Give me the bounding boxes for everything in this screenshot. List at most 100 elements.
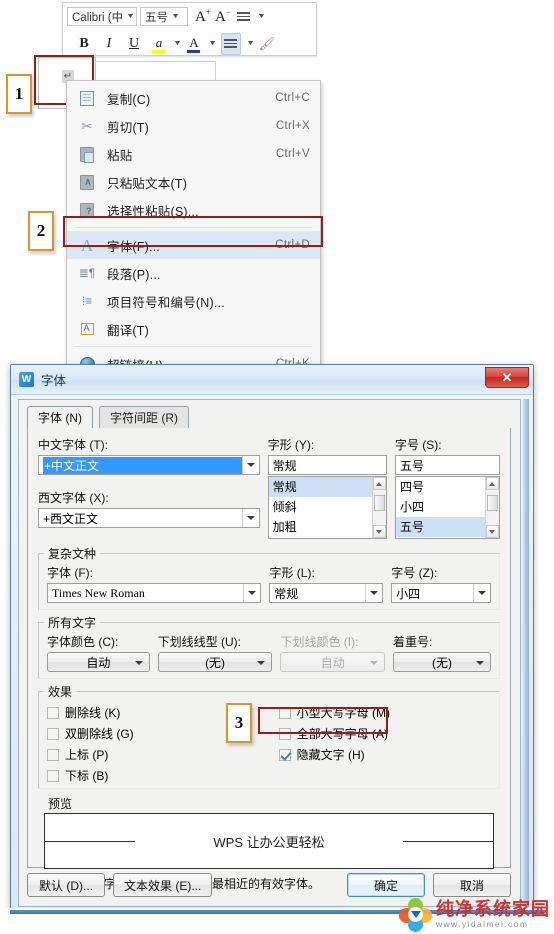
group-content: 字体颜色 (C): 下划线线型 (U): 下划线颜色 (I): 着重号: 自动 … — [38, 622, 500, 679]
font-color-dropdown[interactable]: ▼ — [205, 34, 217, 54]
complex-controls-row: Times New Roman 常规 小四 — [47, 583, 491, 603]
font-name-combo[interactable]: Calibri (中 ▼ — [67, 7, 137, 26]
highlight-button[interactable]: a — [150, 34, 168, 54]
grow-font-button[interactable]: A+ — [194, 7, 212, 27]
list-item[interactable]: 倾斜 — [269, 497, 386, 517]
chevron-down-icon — [134, 661, 143, 665]
list-item[interactable]: 四号 — [396, 477, 499, 497]
tab-font[interactable]: 字体 (N) — [27, 406, 93, 428]
menu-item-bullets-numbering[interactable]: ⁞≡ 项目符号和编号(N)... — [67, 287, 320, 315]
group-title: 复杂文种 — [44, 545, 101, 562]
underline-style-label: 下划线线型 (U): — [157, 635, 241, 649]
chevron-down-icon[interactable] — [473, 584, 490, 602]
underline-button[interactable]: U — [125, 34, 143, 54]
chevron-down-icon: ▼ — [256, 13, 266, 20]
italic-button[interactable]: I — [100, 34, 118, 54]
underline-style-dropdown[interactable]: (无) — [157, 652, 273, 672]
all-text-controls-row: 自动 (无) 自动 (无) — [47, 652, 491, 672]
scroll-down-icon[interactable] — [372, 525, 386, 538]
size-input[interactable]: 五号 — [394, 455, 500, 475]
complex-style-value: 常规 — [274, 586, 299, 601]
list-item[interactable]: 常规 — [268, 477, 386, 497]
menu-item-shortcut: Ctrl+V — [275, 148, 310, 160]
scroll-up-icon[interactable] — [485, 477, 499, 490]
font-color-button[interactable]: A — [185, 34, 203, 54]
bold-button[interactable]: B — [75, 34, 93, 54]
checkbox-superscript[interactable]: 上标 (P) — [47, 744, 279, 765]
cn-font-combo[interactable]: +中文正文 — [38, 455, 260, 475]
default-button[interactable]: 默认 (D)... — [27, 873, 105, 897]
complex-style-combo[interactable]: 常规 — [269, 583, 384, 603]
bold-icon: B — [79, 35, 89, 51]
menu-item-paste[interactable]: 粘贴 Ctrl+V — [67, 140, 320, 168]
menu-item-label: 段落(P)... — [107, 267, 161, 282]
close-button[interactable]: ✕ — [485, 367, 529, 388]
latin-controls-row: +中文正文 西文字体 (X): +西文正文 常规 常规 倾斜 加粗 五号 四号 … — [38, 455, 500, 539]
dialog-tabs: 字体 (N) 字符间距 (R) — [27, 406, 520, 428]
text-effects-button[interactable]: 文本效果 (E)... — [113, 873, 213, 897]
font-color-dropdown[interactable]: 自动 — [47, 652, 150, 672]
checkbox-box — [47, 727, 59, 740]
marker-3: 3 — [226, 703, 252, 743]
line-spacing-button[interactable] — [234, 7, 252, 27]
scroll-down-icon[interactable] — [485, 525, 499, 538]
emphasis-dropdown[interactable]: (无) — [392, 652, 491, 672]
checkbox-box — [278, 748, 291, 761]
menu-item-label: 粘贴 — [107, 148, 133, 163]
chevron-down-icon[interactable] — [241, 456, 259, 474]
style-label: 字形 (Y): — [267, 438, 315, 452]
align-dropdown[interactable]: ▼ — [243, 34, 255, 54]
complex-size-label: 字号 (Z): — [391, 566, 438, 580]
font-size-combo[interactable]: 五号 ▼ — [140, 7, 188, 26]
complex-font-value: Times New Roman — [52, 585, 145, 600]
scrollbar-thumb[interactable] — [486, 495, 498, 511]
style-input[interactable]: 常规 — [267, 455, 387, 475]
list-item[interactable]: 五号 — [395, 517, 499, 537]
marker-2: 2 — [28, 211, 54, 251]
chevron-down-icon[interactable] — [243, 584, 261, 602]
font-name-value: Calibri (中 — [72, 11, 124, 24]
en-font-combo[interactable]: +西文正文 — [38, 508, 260, 528]
menu-item-copy[interactable]: 复制(C) Ctrl+C — [67, 84, 320, 112]
list-item[interactable]: 小四 — [396, 497, 499, 517]
tab-character-spacing[interactable]: 字符间距 (R) — [99, 406, 189, 428]
shrink-font-button[interactable]: A− — [214, 7, 232, 27]
ok-button[interactable]: 确定 — [347, 873, 425, 897]
size-listbox[interactable]: 四号 小四 五号 — [394, 476, 500, 539]
menu-item-paragraph[interactable]: ≣¶ 段落(P)... — [67, 259, 320, 287]
chevron-down-icon[interactable] — [241, 509, 259, 527]
line-spacing-icon — [236, 10, 250, 23]
scroll-up-icon[interactable] — [372, 477, 386, 490]
paste-text-only-icon — [75, 172, 99, 192]
font-size-value: 五号 — [145, 11, 168, 24]
menu-item-cut[interactable]: ✂ 剪切(T) Ctrl+X — [67, 112, 320, 140]
font-color-label: 字体颜色 (C): — [47, 635, 119, 649]
menu-item-translate[interactable]: 翻译(T) — [67, 315, 320, 343]
watermark-url: www.yidaimei.com — [436, 918, 529, 929]
format-painter-button[interactable]: 🖌 — [258, 34, 276, 54]
chevron-down-icon: ▼ — [126, 13, 136, 20]
cancel-button[interactable]: 取消 — [433, 873, 511, 897]
align-button[interactable] — [220, 32, 241, 55]
line-spacing-dropdown[interactable]: ▼ — [254, 7, 266, 27]
latin-labels-row: 中文字体 (T): 字形 (Y): 字号 (S): — [38, 436, 500, 455]
style-listbox[interactable]: 常规 倾斜 加粗 — [267, 476, 387, 539]
highlight-dropdown[interactable]: ▼ — [170, 34, 182, 54]
menu-item-label: 项目符号和编号(N)... — [107, 295, 225, 310]
checkbox-label: 双删除线 (G) — [65, 727, 134, 741]
underline-icon: U — [128, 35, 140, 51]
size-listbox-scrollbar[interactable] — [484, 477, 499, 538]
complex-size-combo[interactable]: 小四 — [391, 583, 491, 603]
tab-label: 字体 (N) — [38, 411, 82, 425]
style-listbox-scrollbar[interactable] — [371, 477, 386, 538]
menu-item-label: 翻译(T) — [107, 323, 149, 338]
complex-font-combo[interactable]: Times New Roman — [47, 583, 262, 603]
checkbox-hidden-text[interactable]: 隐藏文字 (H) — [278, 744, 491, 765]
checkbox-subscript[interactable]: 下标 (B) — [47, 765, 279, 786]
chevron-down-icon: ▼ — [172, 40, 182, 47]
complex-size-value: 小四 — [396, 586, 421, 601]
scrollbar-thumb[interactable] — [373, 495, 385, 511]
list-item[interactable]: 加粗 — [269, 517, 386, 537]
menu-item-paste-text-only[interactable]: 只粘贴文本(T) — [67, 168, 320, 196]
chevron-down-icon[interactable] — [365, 584, 383, 602]
